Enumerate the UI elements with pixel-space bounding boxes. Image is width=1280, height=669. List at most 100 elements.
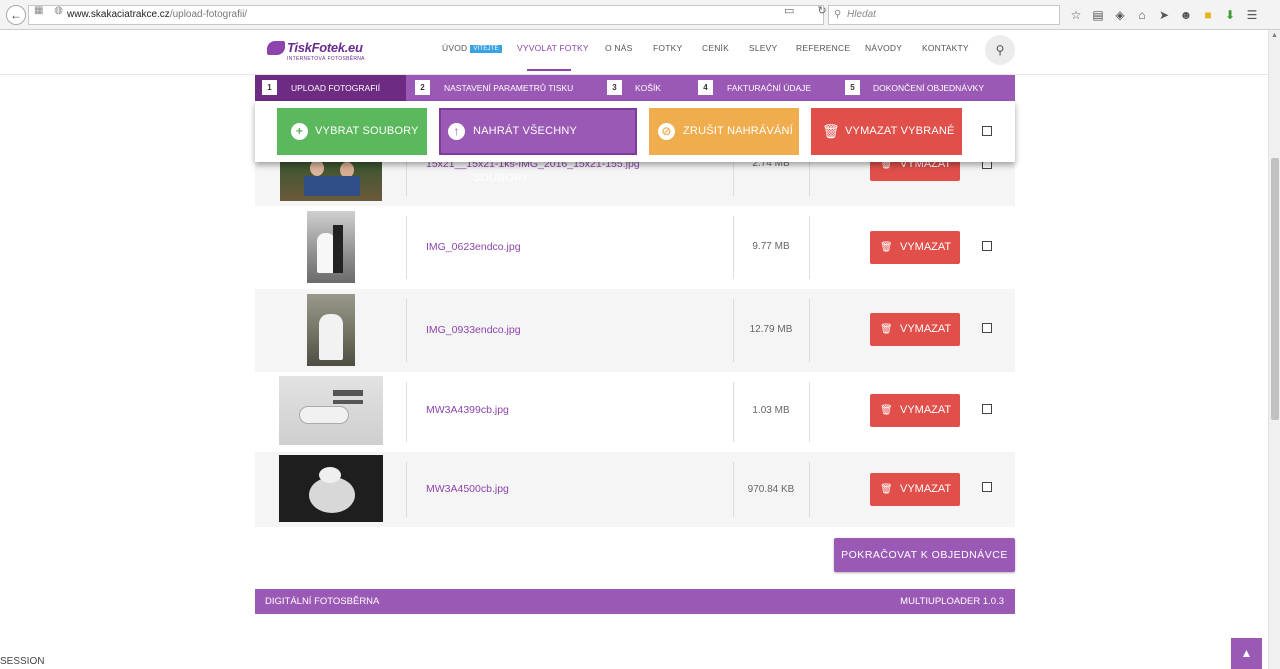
menu-icon[interactable]: ☰ — [1244, 6, 1260, 24]
step-finish[interactable]: 5 DOKONČENÍ OBJEDNÁVKY — [841, 75, 1015, 101]
search-placeholder: Hledat — [847, 9, 876, 20]
logo-name: TiskFotek.eu — [287, 40, 363, 55]
file-row: MW3A4399cb.jpg 1.03 MB 🗑 VYMAZAT — [255, 372, 1015, 452]
file-name[interactable]: IMG_0623endco.jpg — [426, 241, 521, 253]
address-bar[interactable]: www.skakaciatrakce.cz/upload-fotografii/ — [28, 5, 824, 25]
uploader-footer: DIGITÁLNÍ FOTOSBĚRNA MULTIUPLOADER 1.0.3 — [255, 589, 1015, 614]
nav-active-underline — [527, 69, 571, 71]
upload-all-label: NAHRÁT VŠECHNY SOUBORY — [473, 125, 577, 184]
welcome-badge: VÍTEJTE — [470, 45, 502, 53]
bookmark-star-icon[interactable]: ☆ — [1068, 6, 1084, 24]
home-icon[interactable]: ⌂ — [1134, 6, 1150, 24]
step-billing[interactable]: 4 FAKTURAČNÍ ÚDAJE — [691, 75, 841, 101]
delete-selected-label: VYMAZAT VYBRANÉ — [845, 125, 955, 137]
step-label: FAKTURAČNÍ ÚDAJE — [727, 83, 812, 93]
trash-icon: 🗑 — [880, 242, 893, 253]
file-row: IMG_0623endco.jpg 9.77 MB 🗑 VYMAZAT — [255, 206, 1015, 289]
cancel-upload-button[interactable]: ⊘ ZRUŠIT NAHRÁVÁNÍ — [649, 108, 799, 155]
continue-to-order-button[interactable]: POKRAČOVAT K OBJEDNÁVCE — [834, 538, 1015, 572]
back-button[interactable]: ← — [6, 5, 26, 25]
select-files-label: VYBRAT SOUBORY — [315, 125, 419, 137]
scroll-to-top-button[interactable]: ▲ — [1231, 638, 1262, 669]
nav-cenik[interactable]: CENÍK — [702, 43, 729, 53]
upload-action-bar: + VYBRAT SOUBORY ↑ NAHRÁT VŠECHNY SOUBOR… — [255, 101, 1015, 184]
select-checkbox[interactable] — [982, 404, 992, 414]
delete-button[interactable]: 🗑 VYMAZAT — [870, 231, 960, 264]
file-name[interactable]: MW3A4500cb.jpg — [426, 483, 509, 495]
step-number: 1 — [262, 80, 277, 95]
trash-icon: 🗑 — [880, 484, 893, 495]
step-label: DOKONČENÍ OBJEDNÁVKY — [873, 83, 984, 93]
nav-kontakty[interactable]: KONTAKTY — [922, 43, 969, 53]
delete-button[interactable]: 🗑 VYMAZAT — [870, 394, 960, 427]
file-name[interactable]: MW3A4399cb.jpg — [426, 404, 509, 416]
upload-all-button[interactable]: ↑ NAHRÁT VŠECHNY SOUBORY — [439, 108, 637, 184]
photo-thumbnail[interactable] — [307, 294, 355, 366]
nav-navody[interactable]: NÁVODY — [865, 43, 902, 53]
extension-icon[interactable]: ■ — [1200, 6, 1216, 24]
send-icon[interactable]: ➤ — [1156, 6, 1172, 24]
footer-left-text: DIGITÁLNÍ FOTOSBĚRNA — [265, 596, 380, 607]
step-label: UPLOAD FOTOGRAFIÍ — [291, 83, 381, 93]
browser-search-input[interactable]: ⚲ Hledat — [828, 5, 1060, 25]
upload-arrow-icon: ↑ — [448, 123, 465, 140]
nav-reference[interactable]: REFERENCE — [796, 43, 850, 53]
step-number: 4 — [698, 80, 713, 95]
session-label: SESSION — [0, 656, 45, 667]
download-icon[interactable]: ⬇ — [1222, 6, 1238, 24]
page-scrollbar[interactable]: ▲ — [1268, 30, 1280, 669]
trash-icon: 🗑 — [822, 123, 840, 139]
site-logo[interactable]: TiskFotek.eu INTERNETOVÁ FOTOSBĚRNA — [267, 40, 367, 66]
site-header: TiskFotek.eu INTERNETOVÁ FOTOSBĚRNA ÚVOD… — [0, 30, 1268, 75]
file-size: 1.03 MB — [752, 405, 790, 416]
step-cart[interactable]: 3 KOŠÍK — [596, 75, 691, 101]
nav-uvod-label: ÚVOD — [442, 43, 468, 53]
select-files-button[interactable]: + VYBRAT SOUBORY — [277, 108, 427, 155]
photo-thumbnail[interactable] — [279, 455, 383, 522]
browser-toolbar: ← www.skakaciatrakce.cz/upload-fotografi… — [0, 0, 1280, 30]
photo-thumbnail[interactable] — [307, 211, 355, 283]
delete-label: VYMAZAT — [900, 483, 952, 495]
step-upload[interactable]: 1 UPLOAD FOTOGRAFIÍ — [255, 75, 406, 101]
footer-version: MULTIUPLOADER 1.0.3 — [900, 596, 1004, 607]
logo-subtitle: INTERNETOVÁ FOTOSBĚRNA — [287, 56, 365, 62]
file-name[interactable]: IMG_0933endco.jpg — [426, 324, 521, 336]
photo-thumbnail[interactable] — [279, 376, 383, 445]
reading-list-icon[interactable]: ▤ — [1090, 6, 1106, 24]
nav-o-nas[interactable]: O NÁS — [605, 43, 632, 53]
select-checkbox[interactable] — [982, 482, 992, 492]
step-number: 3 — [607, 80, 622, 95]
order-steps: 1 UPLOAD FOTOGRAFIÍ 2 NASTAVENÍ PARAMETR… — [255, 75, 1015, 101]
select-checkbox[interactable] — [982, 241, 992, 251]
scrollbar-thumb[interactable] — [1271, 158, 1279, 420]
step-number: 2 — [415, 80, 430, 95]
plus-circle-icon: + — [291, 123, 308, 140]
chat-icon[interactable]: ☻ — [1178, 6, 1194, 24]
delete-button[interactable]: 🗑 VYMAZAT — [870, 313, 960, 346]
step-label: NASTAVENÍ PARAMETRŮ TISKU — [444, 83, 574, 93]
file-row: IMG_0933endco.jpg 12.79 MB 🗑 VYMAZAT — [255, 289, 1015, 372]
step-settings[interactable]: 2 NASTAVENÍ PARAMETRŮ TISKU — [406, 75, 596, 101]
nav-vyvolat-fotky[interactable]: VYVOLAT FOTKY — [517, 43, 589, 53]
trash-icon: 🗑 — [880, 324, 893, 335]
nav-uvod[interactable]: ÚVOD VÍTEJTE — [442, 43, 502, 53]
delete-label: VYMAZAT — [900, 404, 952, 416]
nav-fotky[interactable]: FOTKY — [653, 43, 682, 53]
trash-icon: 🗑 — [880, 405, 893, 416]
delete-label: VYMAZAT — [900, 241, 952, 253]
site-identity-icon[interactable]: ▦ ◍ — [34, 5, 67, 16]
site-search-button[interactable]: ⚲ — [985, 35, 1015, 65]
select-all-checkbox[interactable] — [982, 126, 992, 136]
logo-bird-icon — [267, 41, 285, 55]
scroll-up-icon[interactable]: ▲ — [1271, 32, 1278, 39]
delete-selected-button[interactable]: 🗑 VYMAZAT VYBRANÉ — [811, 108, 962, 155]
file-size: 9.77 MB — [752, 241, 790, 252]
nav-slevy[interactable]: SLEVY — [749, 43, 777, 53]
delete-button[interactable]: 🗑 VYMAZAT — [870, 473, 960, 506]
select-checkbox[interactable] — [982, 323, 992, 333]
pocket-icon[interactable]: ◈ — [1112, 6, 1128, 24]
step-number: 5 — [845, 80, 860, 95]
file-size: 970.84 KB — [747, 484, 795, 495]
cancel-upload-label: ZRUŠIT NAHRÁVÁNÍ — [683, 125, 793, 137]
file-size: 12.79 MB — [749, 324, 793, 335]
